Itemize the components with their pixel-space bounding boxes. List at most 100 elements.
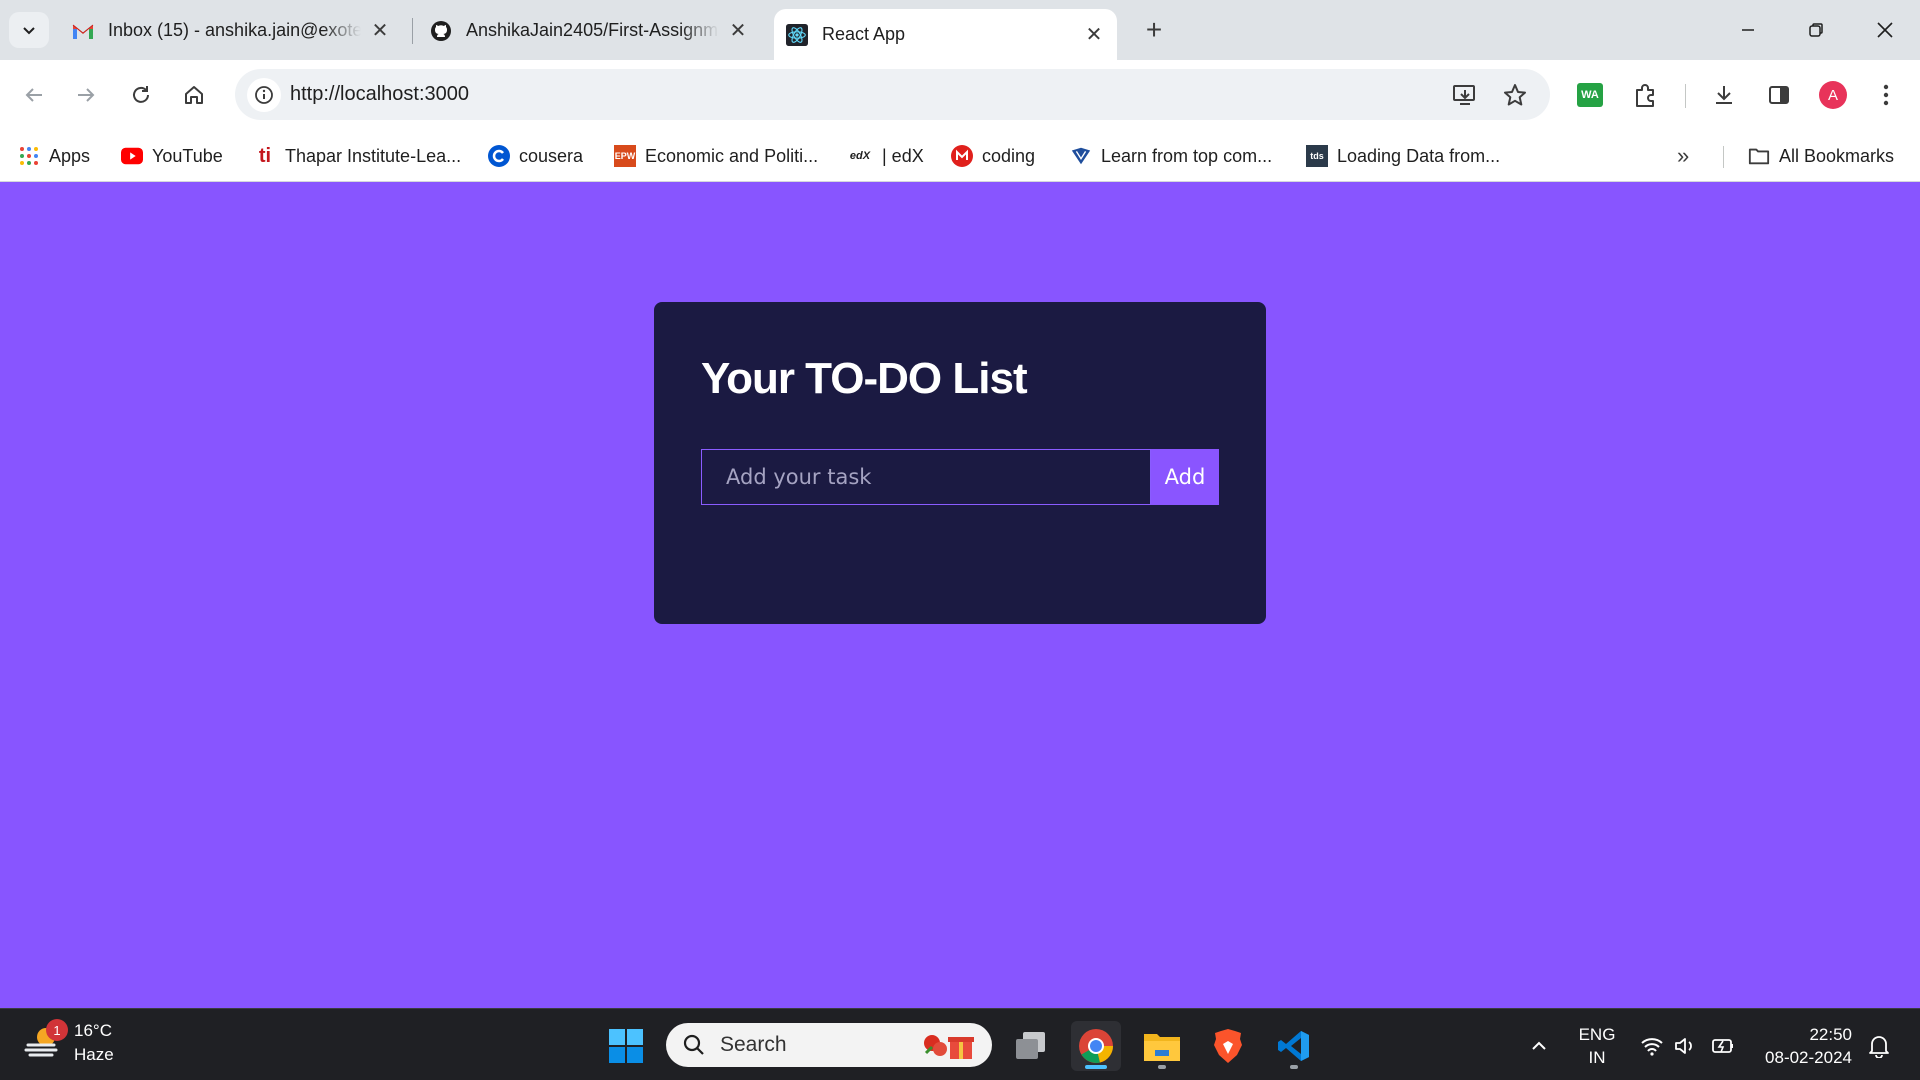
- edx-icon: edX: [849, 150, 871, 162]
- learn-icon: [1070, 145, 1092, 167]
- language-code: ENG: [1578, 1025, 1616, 1044]
- bookmark-label: Apps: [49, 145, 91, 166]
- taskbar-chrome[interactable]: [1071, 1021, 1121, 1071]
- tab-gmail[interactable]: Inbox (15) - anshika.jain@exotel.in ✕: [60, 9, 403, 52]
- back-button[interactable]: [16, 77, 52, 113]
- start-button[interactable]: [601, 1021, 651, 1071]
- browser-toolbar: http://localhost:3000 WA A: [0, 60, 1920, 130]
- whatsapp-extension-icon[interactable]: WA: [1572, 77, 1608, 113]
- restore-icon: [1809, 23, 1823, 37]
- home-button[interactable]: [176, 77, 212, 113]
- address-url[interactable]: http://localhost:3000: [290, 83, 469, 106]
- address-bar[interactable]: http://localhost:3000: [235, 69, 1550, 120]
- tab-github[interactable]: AnshikaJain2405/First-Assignment ✕: [418, 9, 761, 52]
- puzzle-icon: [1636, 84, 1654, 107]
- close-tab-icon[interactable]: ✕: [369, 20, 391, 42]
- bookmark-apps[interactable]: Apps: [18, 140, 90, 172]
- running-indicator: [1290, 1065, 1298, 1069]
- battery-charging-icon[interactable]: [1710, 1033, 1736, 1059]
- bookmark-label: coding: [982, 145, 1036, 166]
- taskbar-search[interactable]: Search: [666, 1023, 992, 1067]
- weather-widget[interactable]: 1 16°C Haze: [24, 1019, 114, 1067]
- side-panel-icon: [1769, 86, 1789, 104]
- taskbar-vscode[interactable]: [1269, 1021, 1319, 1071]
- minimize-icon: [1742, 29, 1754, 31]
- clock-date: 08-02-2024: [1765, 1048, 1852, 1067]
- clock[interactable]: 22:50 08-02-2024: [1756, 1023, 1852, 1069]
- tab-title: React App: [822, 24, 906, 44]
- task-input[interactable]: [701, 449, 1151, 505]
- taskbar-file-explorer[interactable]: [1137, 1021, 1187, 1071]
- taskbar-brave[interactable]: [1203, 1021, 1253, 1071]
- chrome-icon: [1079, 1029, 1113, 1063]
- youtube-icon: [121, 145, 143, 167]
- bookmark-coding[interactable]: coding: [951, 140, 1035, 172]
- brave-icon: [1214, 1029, 1242, 1063]
- page-title: Your TO-DO List: [701, 354, 1028, 403]
- bookmark-tds[interactable]: tds Loading Data from...: [1306, 140, 1500, 172]
- forward-button[interactable]: [68, 77, 104, 113]
- bookmarks-bar: Apps YouTube ti Thapar Institute-Lea... …: [0, 130, 1920, 182]
- bookmark-label: Economic and Politi...: [645, 145, 819, 166]
- arrow-left-icon: [25, 88, 42, 102]
- folder-icon: [1144, 1034, 1180, 1061]
- bookmark-label: Thapar Institute-Lea...: [285, 145, 462, 166]
- tab-react-app[interactable]: React App ✕: [774, 9, 1117, 60]
- reload-button[interactable]: [123, 77, 159, 113]
- close-tab-icon[interactable]: ✕: [727, 20, 749, 42]
- windows-logo-icon: [609, 1029, 643, 1063]
- folder-icon: [1748, 145, 1770, 167]
- downloads-button[interactable]: [1706, 77, 1742, 113]
- install-app-icon[interactable]: [1451, 81, 1479, 109]
- reload-icon: [133, 86, 149, 103]
- tab-search-button[interactable]: [9, 12, 49, 48]
- region-code: IN: [1588, 1048, 1606, 1067]
- wa-badge: WA: [1577, 83, 1603, 107]
- volume-icon[interactable]: [1672, 1033, 1698, 1059]
- clock-time: 22:50: [1809, 1025, 1852, 1044]
- bookmark-coursera[interactable]: cousera: [488, 140, 583, 172]
- site-info-icon[interactable]: [247, 78, 281, 112]
- bookmark-label: Loading Data from...: [1337, 145, 1501, 166]
- language-indicator[interactable]: ENG IN: [1572, 1023, 1622, 1069]
- bookmark-thapar[interactable]: ti Thapar Institute-Lea...: [254, 140, 461, 172]
- browser-menu-button[interactable]: [1868, 77, 1904, 113]
- add-task-button[interactable]: Add: [1151, 449, 1219, 505]
- extensions-button[interactable]: [1628, 77, 1664, 113]
- tab-title: Inbox (15) - anshika.jain@exotel.in: [108, 20, 361, 40]
- bookmark-epw[interactable]: EPW Economic and Politi...: [614, 140, 818, 172]
- restore-button[interactable]: [1793, 12, 1839, 48]
- task-view-icon: [1016, 1032, 1045, 1059]
- weather-haze-icon: 1: [24, 1019, 68, 1065]
- minimize-button[interactable]: [1725, 12, 1771, 48]
- vscode-icon: [1278, 1031, 1309, 1061]
- close-tab-icon[interactable]: ✕: [1083, 24, 1105, 46]
- react-icon: [786, 23, 808, 46]
- bookmark-label: cousera: [519, 145, 584, 166]
- bookmark-learn[interactable]: Learn from top com...: [1070, 140, 1272, 172]
- side-panel-button[interactable]: [1761, 77, 1797, 113]
- wifi-icon[interactable]: [1639, 1033, 1665, 1059]
- bookmark-label: | edX: [882, 145, 924, 166]
- notifications-button[interactable]: [1866, 1033, 1892, 1059]
- todo-card: Your TO-DO List Add: [654, 302, 1266, 624]
- profile-button[interactable]: A: [1815, 77, 1851, 113]
- home-icon: [185, 86, 203, 104]
- double-chevron-right-icon: »: [1677, 143, 1690, 168]
- bookmark-label: YouTube: [152, 145, 223, 166]
- search-icon: [683, 1034, 704, 1055]
- chevron-down-icon: [23, 27, 35, 35]
- all-bookmarks-button[interactable]: All Bookmarks: [1748, 140, 1894, 172]
- task-view-button[interactable]: [1006, 1021, 1056, 1071]
- chevron-up-icon: [1532, 1041, 1546, 1050]
- more-bookmarks-button[interactable]: »: [1677, 140, 1689, 172]
- close-window-button[interactable]: [1862, 12, 1908, 48]
- bookmarks-divider: [1723, 146, 1724, 168]
- bookmark-youtube[interactable]: YouTube: [121, 140, 223, 172]
- bookmark-star-icon[interactable]: [1501, 81, 1529, 109]
- download-icon: [1716, 86, 1732, 104]
- new-tab-button[interactable]: +: [1138, 14, 1170, 46]
- bookmark-edx[interactable]: edX | edX: [847, 140, 924, 172]
- search-highlight-gift-icon: [918, 1029, 976, 1066]
- show-hidden-icons-button[interactable]: [1526, 1033, 1552, 1059]
